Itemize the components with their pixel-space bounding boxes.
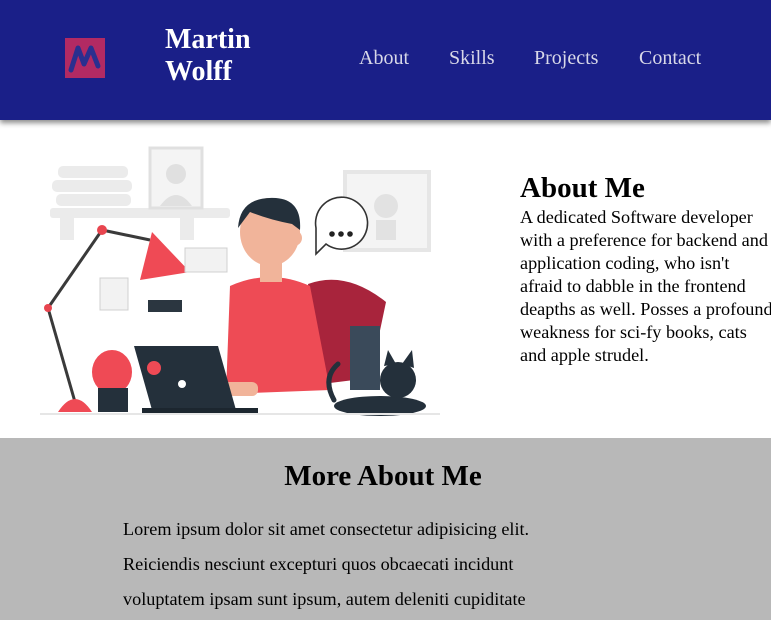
- picture-frame-icon: [148, 146, 204, 210]
- top-navbar: Martin Wolff About Skills Projects Conta…: [0, 0, 771, 120]
- more-about-heading: More About Me: [284, 460, 482, 492]
- more-about-text: Lorem ipsum dolor sit amet consectetur a…: [123, 519, 530, 609]
- m-monogram-icon: [68, 45, 101, 73]
- more-about-section: More About Me Lorem ipsum dolor sit amet…: [0, 438, 771, 620]
- logo-icon[interactable]: [65, 38, 105, 78]
- about-section: About Me A dedicated Software developer …: [0, 120, 771, 438]
- developer-at-desk-illustration: [30, 140, 450, 430]
- nav-link-projects[interactable]: Projects: [534, 46, 598, 70]
- cactus-plant-icon: [92, 350, 132, 412]
- nav-link-contact[interactable]: Contact: [639, 46, 701, 70]
- about-heading: About Me: [520, 172, 645, 204]
- nav-link-about[interactable]: About: [359, 46, 409, 70]
- about-description: A dedicated Software developer with a pr…: [520, 207, 771, 365]
- nav-link-skills[interactable]: Skills: [449, 46, 495, 70]
- brand-name[interactable]: Martin Wolff: [165, 24, 305, 88]
